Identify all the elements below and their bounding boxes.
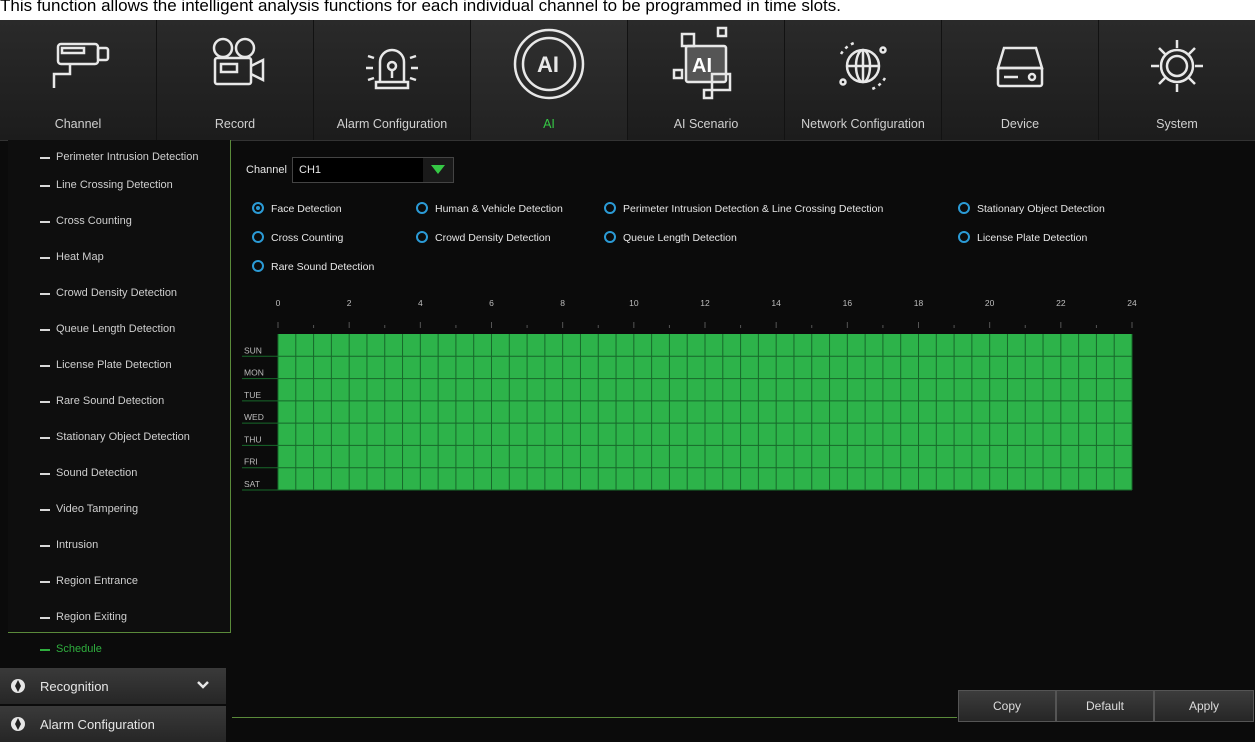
tab-device-label: Device (1000, 117, 1040, 131)
radio-dot (416, 231, 428, 243)
radio-dot (416, 202, 428, 214)
radio-crowd-density-detection[interactable]: Crowd Density Detection (416, 231, 551, 244)
hour-label: 12 (700, 298, 710, 308)
hour-label: 8 (560, 298, 565, 308)
sidebar-item-crowd-density-detection[interactable]: Crowd Density Detection (8, 276, 230, 312)
globe-icon (821, 24, 905, 108)
radio-license-plate-detection[interactable]: License Plate Detection (958, 231, 1087, 244)
sidebar-item-rare-sound-detection[interactable]: Rare Sound Detection (8, 384, 230, 420)
channel-value: CH1 (299, 164, 322, 176)
radio-cross-counting[interactable]: Cross Counting (252, 231, 343, 244)
tab-alarm-configuration-label: Alarm Configuration (336, 117, 448, 131)
hour-label: 22 (1056, 298, 1066, 308)
sidebar-item-heat-map[interactable]: Heat Map (8, 240, 230, 276)
channel-label: Channel (246, 164, 287, 176)
ai-scenario-icon: AI (664, 24, 748, 108)
day-label-fri: FRI (244, 457, 258, 467)
day-label-tue: TUE (244, 390, 261, 400)
sidebar-item-line-crossing-detection[interactable]: Line Crossing Detection (8, 168, 230, 204)
main-content: Channel CH1 Face Detection Human & Vehic… (232, 142, 1252, 720)
dropdown-button[interactable] (423, 158, 453, 182)
hour-label: 24 (1127, 298, 1137, 308)
day-label-sun: SUN (244, 345, 262, 355)
tab-system-label: System (1156, 117, 1198, 131)
schedule-grid-svg[interactable]: 0 2 4 6 8 10 12 14 16 18 20 22 24SUNMONTUEWEDTHUFRIS… (232, 292, 1252, 652)
tab-ai-scenario[interactable]: AI AI Scenario (628, 20, 785, 140)
day-label-mon: MON (244, 368, 264, 378)
tab-record[interactable]: Record (157, 20, 314, 140)
copy-button[interactable]: Copy (958, 690, 1056, 722)
sidebar-item-region-exiting[interactable]: Region Exiting (8, 600, 230, 636)
tab-ai-label: AI (543, 117, 555, 131)
sidebar-item-cross-counting[interactable]: Cross Counting (8, 204, 230, 240)
sidebar-item-video-tampering[interactable]: Video Tampering (8, 492, 230, 528)
sidebar-item-intrusion[interactable]: Intrusion (8, 528, 230, 564)
section-recognition[interactable]: Recognition (0, 668, 226, 704)
tab-channel[interactable]: Channel (0, 20, 157, 140)
hour-label: 20 (985, 298, 995, 308)
radio-dot (958, 231, 970, 243)
navigation-icon (11, 679, 25, 693)
ai-icon: AI (507, 24, 591, 108)
tab-alarm-configuration[interactable]: Alarm Configuration (314, 20, 471, 140)
page-caption: This function allows the intelligent ana… (0, 0, 1255, 20)
top-navigation: Channel Record Alarm Configuration AI AI… (0, 20, 1255, 141)
sidebar-item-license-plate-detection[interactable]: License Plate Detection (8, 348, 230, 384)
hour-label: 14 (771, 298, 781, 308)
tab-ai[interactable]: AI AI (471, 20, 628, 140)
day-label-sat: SAT (244, 479, 260, 489)
hour-label: 18 (914, 298, 924, 308)
radio-dot (604, 231, 616, 243)
hour-label: 6 (489, 298, 494, 308)
radio-dot (252, 231, 264, 243)
day-label-thu: THU (244, 434, 261, 444)
radio-perimeter-intrusion-line-crossing[interactable]: Perimeter Intrusion Detection & Line Cro… (604, 202, 883, 215)
day-label-wed: WED (244, 412, 264, 422)
apply-button[interactable]: Apply (1154, 690, 1254, 722)
sidebar-item-region-entrance[interactable]: Region Entrance (8, 564, 230, 600)
sidebar-item-stationary-object-detection[interactable]: Stationary Object Detection (8, 420, 230, 456)
alarm-siren-icon (350, 24, 434, 108)
radio-queue-length-detection[interactable]: Queue Length Detection (604, 231, 737, 244)
section-alarm-configuration[interactable]: Alarm Configuration (0, 706, 226, 742)
svg-text:AI: AI (692, 55, 712, 77)
sidebar-item-sound-detection[interactable]: Sound Detection (8, 456, 230, 492)
radio-dot (252, 260, 264, 272)
hard-drive-icon (978, 24, 1062, 108)
chevron-down-icon (197, 681, 209, 689)
content-bottom-border (232, 717, 957, 718)
radio-dot (252, 202, 264, 214)
tab-system[interactable]: System (1099, 20, 1255, 140)
hour-label: 10 (629, 298, 639, 308)
radio-face-detection[interactable]: Face Detection (252, 202, 342, 215)
sidebar: Perimeter Intrusion Detection Line Cross… (8, 140, 231, 633)
radio-rare-sound-detection[interactable]: Rare Sound Detection (252, 260, 374, 273)
radio-stationary-object-detection[interactable]: Stationary Object Detection (958, 202, 1105, 215)
schedule-grid[interactable]: 0 2 4 6 8 10 12 14 16 18 20 22 24 SUN MON TUE WED THU FRI S… (232, 292, 1252, 652)
triangle-down-icon (431, 165, 445, 174)
tab-ai-scenario-label: AI Scenario (673, 117, 739, 131)
hour-label: 4 (418, 298, 423, 308)
radio-dot (604, 202, 616, 214)
tab-record-label: Record (214, 117, 256, 131)
hour-label: 16 (843, 298, 853, 308)
sidebar-item-schedule[interactable]: Schedule (8, 636, 230, 664)
tab-channel-label: Channel (54, 117, 102, 131)
sidebar-item-queue-length-detection[interactable]: Queue Length Detection (8, 312, 230, 348)
gear-icon (1135, 24, 1219, 108)
hour-label: 2 (347, 298, 352, 308)
camera-icon (36, 24, 120, 108)
radio-dot (958, 202, 970, 214)
radio-human-vehicle-detection[interactable]: Human & Vehicle Detection (416, 202, 563, 215)
tab-network-configuration[interactable]: Network Configuration (785, 20, 942, 140)
video-camera-icon (193, 24, 277, 108)
tab-network-configuration-label: Network Configuration (801, 117, 925, 131)
default-button[interactable]: Default (1056, 690, 1154, 722)
channel-select[interactable]: CH1 (292, 157, 454, 183)
hour-label: 0 (276, 298, 281, 308)
svg-text:AI: AI (537, 52, 559, 77)
navigation-icon (11, 717, 25, 731)
tab-device[interactable]: Device (942, 20, 1099, 140)
